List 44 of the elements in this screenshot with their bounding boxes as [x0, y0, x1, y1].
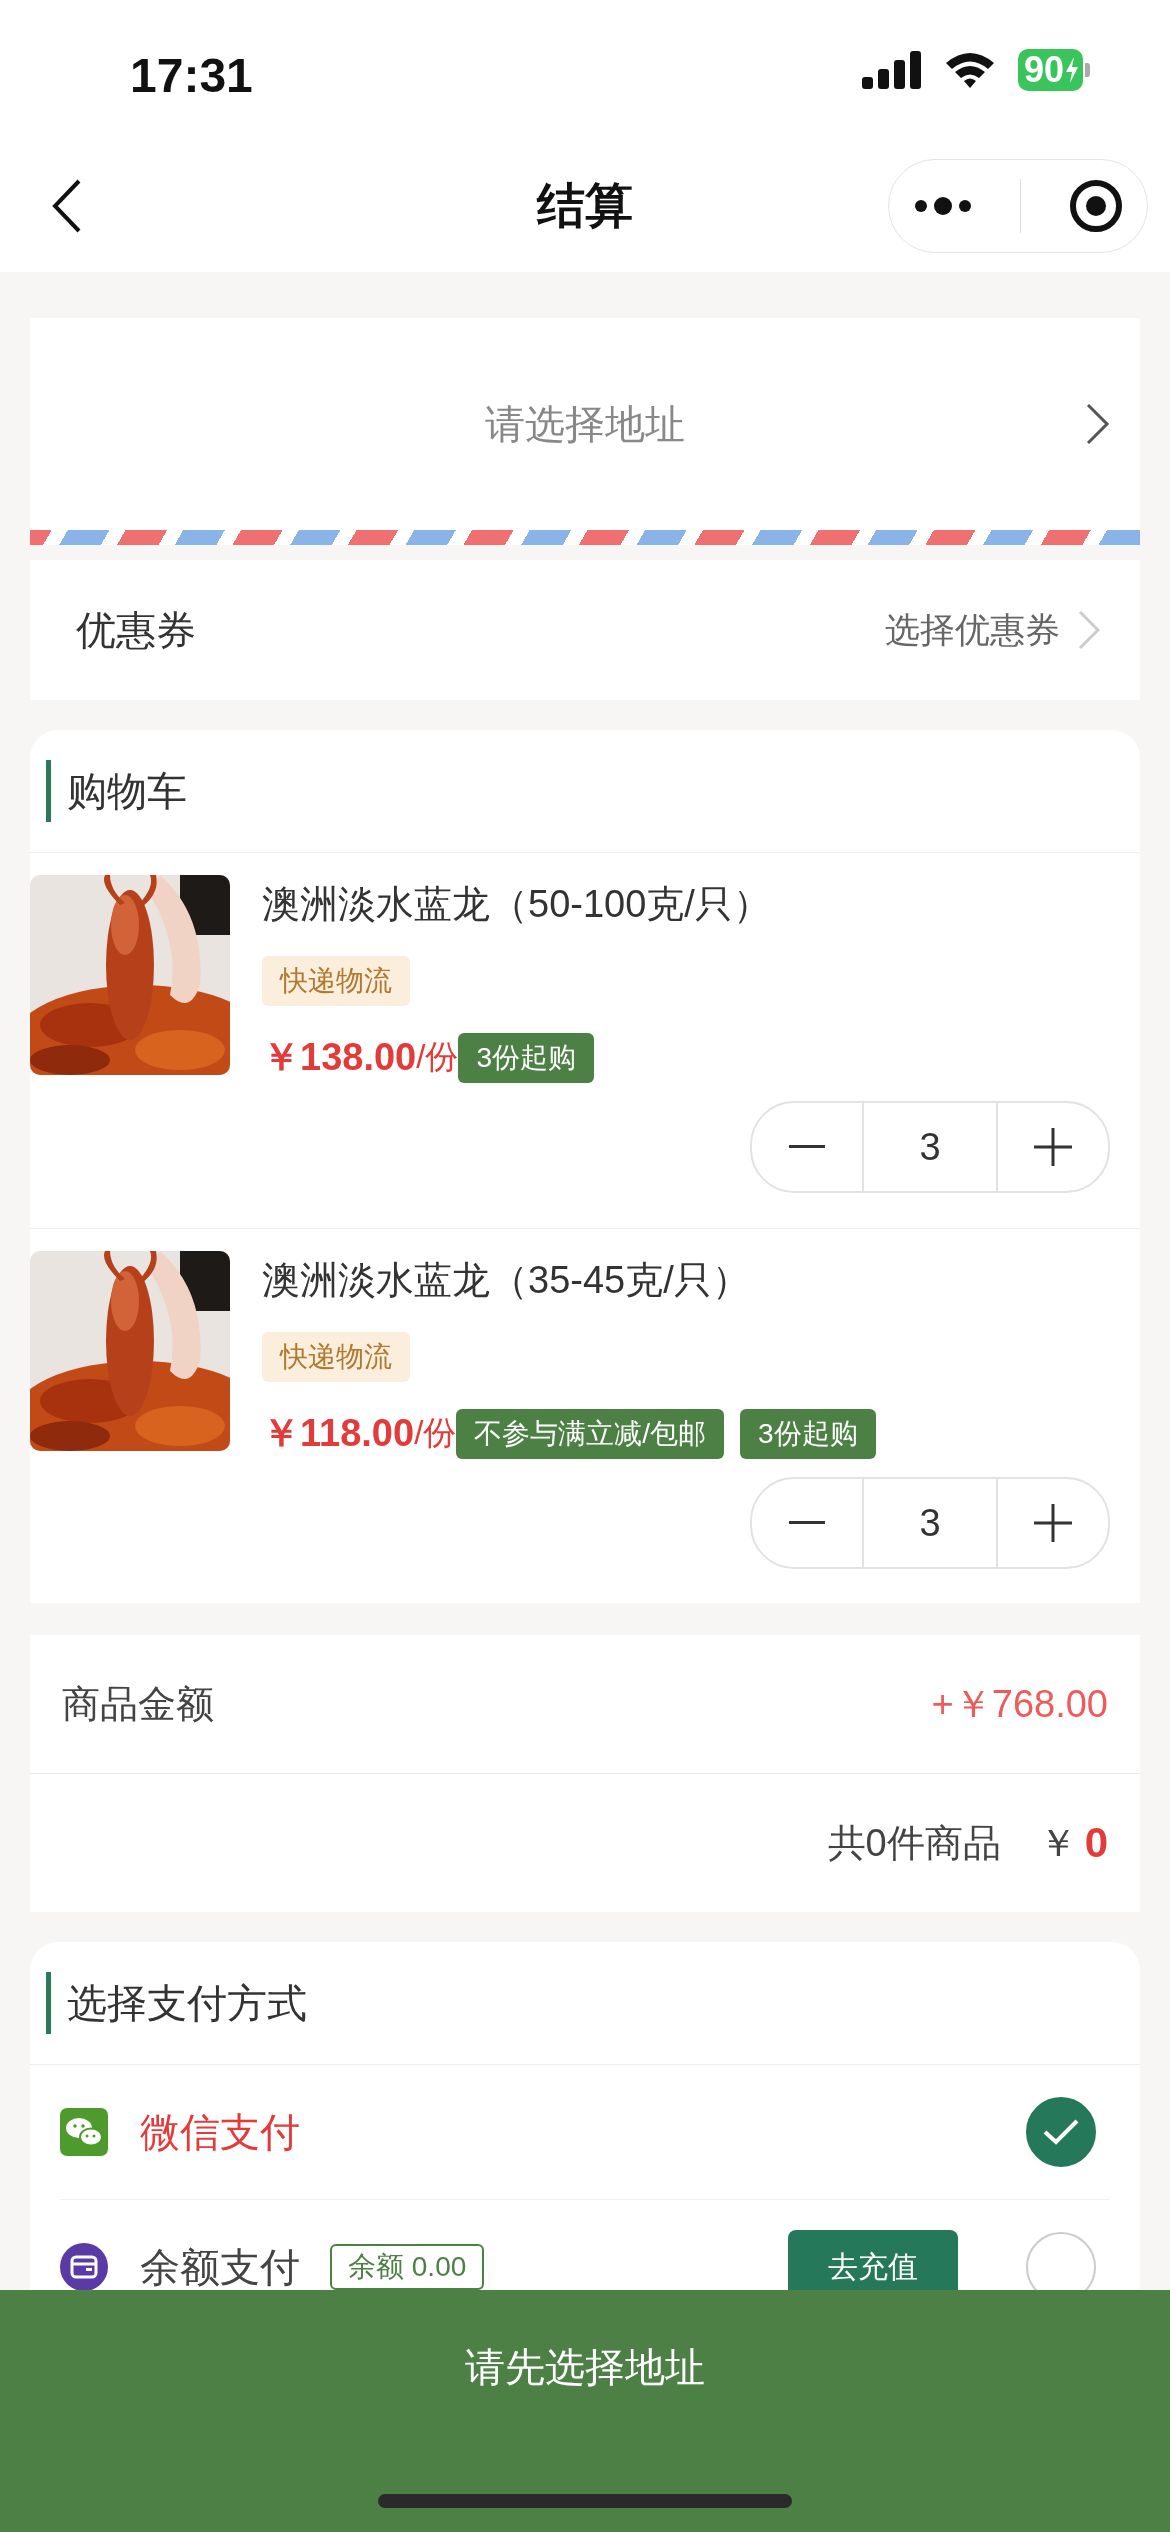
payment-method-label: 余额支付	[140, 2243, 300, 2290]
page-title: 结算	[537, 178, 633, 234]
product-name: 澳洲淡水蓝龙（50-100克/只）	[262, 882, 771, 927]
price-unit: /份	[416, 1037, 459, 1077]
amount-value: +￥768.00	[931, 1681, 1108, 1727]
plus-icon	[1034, 1504, 1072, 1542]
check-icon	[1041, 2117, 1081, 2147]
price-unit: /份	[414, 1413, 457, 1453]
currency-sign: ￥	[1038, 1820, 1077, 1866]
payment-method-label: 微信支付	[140, 2108, 300, 2156]
close-icon[interactable]	[1069, 179, 1124, 233]
minus-icon	[789, 1145, 825, 1149]
chevron-icon	[1078, 610, 1100, 650]
status-time: 17:31	[130, 47, 253, 103]
item-count: 共0件商品	[827, 1820, 1001, 1866]
section-title: 选择支付方式	[67, 1979, 307, 2027]
back-icon[interactable]	[52, 179, 82, 233]
quantity-value: 3	[862, 1103, 998, 1191]
section-title: 购物车	[67, 767, 187, 815]
address-card[interactable]: 请选择地址	[30, 318, 1140, 545]
recharge-button[interactable]: 去充值	[788, 2230, 958, 2290]
plus-icon	[1034, 1128, 1072, 1166]
shipping-tag: 快递物流	[262, 956, 410, 1006]
shipping-tag: 快递物流	[262, 1332, 410, 1382]
address-prompt: 请选择地址	[485, 400, 685, 448]
price: ￥118.00	[262, 1411, 415, 1456]
price: ￥138.00	[262, 1035, 417, 1080]
balance-tag: 余额 0.00	[330, 2244, 485, 2290]
coupon-label: 优惠券	[76, 606, 196, 654]
minus-icon	[789, 1521, 825, 1525]
submit-button[interactable]: 请先选择地址	[445, 2330, 725, 2405]
signal-icon	[861, 51, 922, 89]
chevron-icon	[1086, 403, 1110, 445]
total-value: 0	[1084, 1819, 1108, 1867]
promo-tag: 不参与满立减/包邮	[456, 1408, 725, 1459]
promo-tag: 3份起购	[458, 1032, 594, 1083]
amount-label: 商品金额	[62, 1681, 214, 1727]
coupon-row[interactable]: 优惠券 选择优惠券	[30, 560, 1140, 700]
coupon-action: 选择优惠券	[885, 608, 1060, 651]
quantity-value: 3	[862, 1479, 998, 1567]
more-icon[interactable]	[912, 195, 973, 217]
product-name: 澳洲淡水蓝龙（35-45克/只）	[262, 1258, 750, 1303]
promo-tag: 3份起购	[740, 1408, 876, 1459]
chat-bubbles-icon	[60, 2108, 108, 2156]
